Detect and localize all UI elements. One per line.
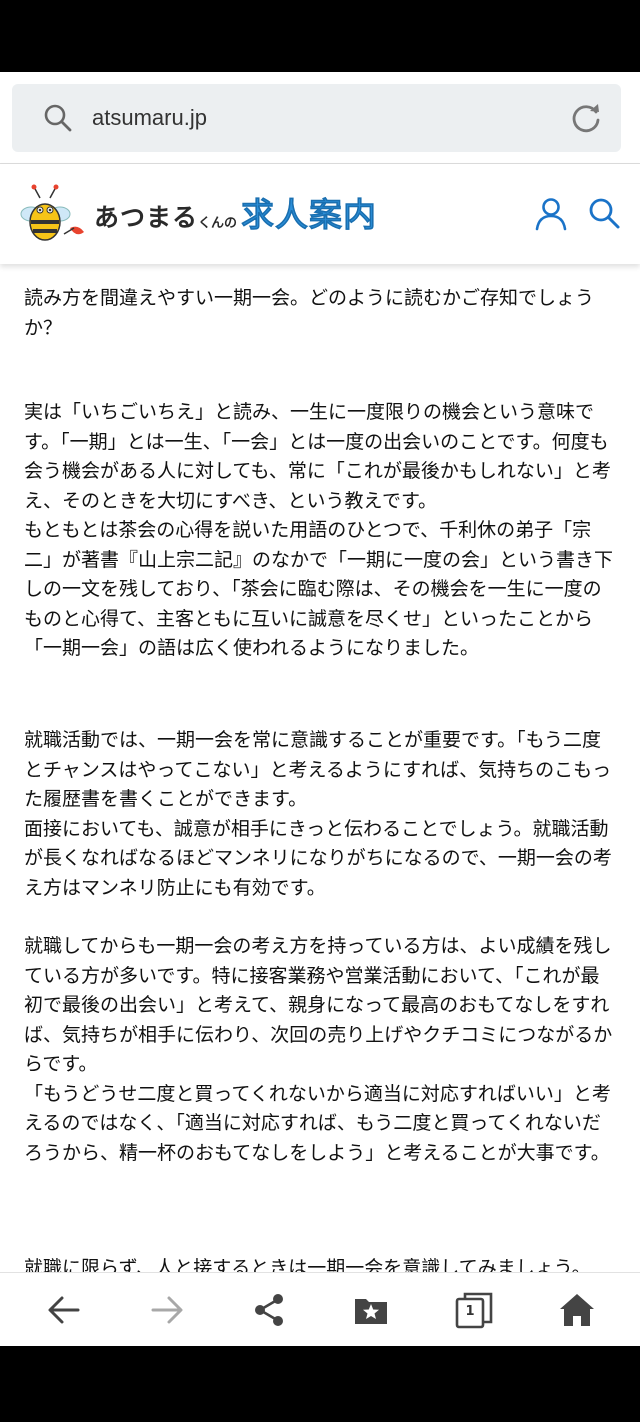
search-icon [44, 104, 72, 132]
tabs-button[interactable]: 1 [455, 1291, 493, 1329]
tab-count: 1 [465, 1304, 475, 1319]
paragraph-job-hunting: 就職活動では、一期一会を常に意識することが重要です。「もう二度とチャンスはやって… [24, 729, 612, 899]
browser-toolbar: atsumaru.jp [0, 72, 640, 164]
address-bar[interactable]: atsumaru.jp [12, 84, 621, 152]
logo-text-kun: くんの [198, 216, 238, 231]
browser-bottom-nav: 1 [0, 1272, 640, 1346]
logo-text-kyujin: 求人案内 [241, 195, 378, 235]
logo-text-atsumaru: あつまる [94, 203, 199, 232]
reload-icon[interactable] [569, 101, 603, 135]
site-logo[interactable]: あつまる くんの 求人案内 [18, 184, 377, 248]
arrow-right-icon[interactable] [148, 1291, 186, 1329]
bee-mascot-icon [20, 184, 84, 241]
paragraph-meaning: 実は「いちごいちえ」と読み、一生に一度限りの機会という意味です。「一期」とは一生… [24, 401, 614, 659]
status-bar [0, 0, 640, 72]
paragraph-closing: 就職に限らず、人と接するときは一期一会を意識してみましょう。 [24, 1257, 591, 1272]
user-icon[interactable] [533, 196, 569, 232]
share-icon[interactable] [250, 1291, 288, 1329]
search-icon[interactable] [586, 196, 622, 232]
article-content: 読み方を間違えやすい一期一会。どのように読むかご存知でしょうか？ 実は「いちごい… [0, 264, 640, 1272]
site-header: あつまる くんの 求人案内 [0, 164, 640, 264]
system-navigation-bar [0, 1346, 640, 1422]
bookmark-star-icon[interactable] [352, 1291, 390, 1329]
arrow-left-icon[interactable] [45, 1291, 83, 1329]
paragraph-intro: 読み方を間違えやすい一期一会。どのように読むかご存知でしょうか？ [24, 287, 595, 339]
url-text[interactable]: atsumaru.jp [92, 84, 207, 152]
paragraph-after-hiring: 就職してからも一期一会の考え方を持っている方は、よい成績を残している方が多いです… [24, 935, 613, 1164]
home-icon[interactable] [558, 1291, 596, 1329]
